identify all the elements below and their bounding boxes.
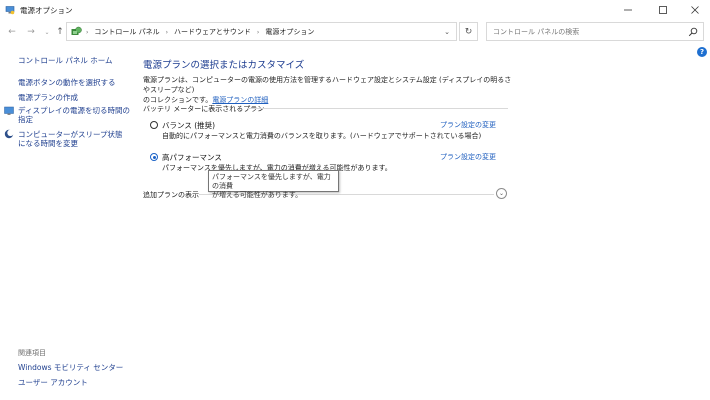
sidebar-item-create-plan[interactable]: 電源プランの作成 [18, 93, 78, 102]
power-options-icon [5, 6, 15, 15]
up-button[interactable]: ↑ [53, 25, 67, 39]
close-button[interactable] [678, 0, 710, 20]
address-dropdown-button[interactable]: ⌄ [439, 23, 455, 40]
address-bar[interactable]: › コントロール パネル › ハードウェアとサウンド › 電源オプション [66, 22, 457, 41]
control-panel-icon [71, 26, 82, 35]
chevron-down-icon: ⌄ [44, 28, 50, 36]
change-plan-settings-link[interactable]: プラン設定の変更 [440, 120, 496, 130]
expand-button[interactable]: ⌄ [496, 188, 507, 199]
back-button[interactable]: ← [5, 25, 19, 39]
section-divider [247, 108, 508, 109]
plan-name[interactable]: 高パフォーマンス [162, 152, 222, 163]
forward-button[interactable]: → [24, 25, 38, 39]
related-heading: 関連項目 [18, 349, 46, 357]
arrow-right-icon: → [27, 27, 35, 37]
chevron-down-icon: ⌄ [498, 190, 505, 197]
close-icon [691, 6, 699, 14]
plan-description: 自動的にパフォーマンスと電力消費のバランスを取ります。(ハードウェアでサポートさ… [162, 132, 482, 140]
window-title: 電源オプション [20, 6, 73, 15]
sidebar-item-sleep-time[interactable]: コンピューターがスリープ状態になる時間を変更 [18, 130, 123, 148]
power-plan-details-link[interactable]: 電源プランの詳細 [212, 96, 268, 104]
title-bar: 電源オプション [0, 0, 710, 20]
recent-locations-button[interactable]: ⌄ [40, 25, 54, 39]
description-line-2: のコレクションです。 [143, 96, 213, 104]
page-description: 電源プランは、コンピューターの電源の使用方法を管理するハードウェア設定とシステム… [143, 75, 513, 105]
tooltip-line-1: パフォーマンスを優先しますが、電力の消費 [212, 173, 331, 190]
minimize-icon [624, 9, 632, 11]
maximize-icon [659, 6, 667, 14]
arrow-up-icon: ↑ [56, 27, 64, 37]
chevron-down-icon: ⌄ [444, 27, 450, 36]
search-box[interactable] [486, 22, 704, 41]
breadcrumb: › コントロール パネル › ハードウェアとサウンド › 電源オプション [86, 27, 314, 37]
radio-balanced[interactable] [150, 121, 158, 129]
description-line-1: 電源プランは、コンピューターの電源の使用方法を管理するハードウェア設定とシステム… [143, 76, 512, 94]
arrow-left-icon: ← [8, 27, 16, 37]
page-title: 電源プランの選択またはカスタマイズ [143, 60, 305, 71]
sidebar-home-link[interactable]: コントロール パネル ホーム [18, 55, 113, 66]
sidebar-item-user-accounts[interactable]: ユーザー アカウント [18, 378, 88, 387]
tooltip: パフォーマンスを優先しますが、電力の消費 が増える可能性があります。 [208, 170, 339, 199]
search-input[interactable] [493, 26, 683, 38]
moon-sleep-icon [4, 129, 14, 139]
breadcrumb-separator[interactable]: › [257, 29, 259, 36]
breadcrumb-separator: › [86, 28, 89, 36]
show-additional-plans-label[interactable]: 追加プランの表示 [143, 190, 199, 200]
plan-name[interactable]: バランス (推奨) [162, 120, 215, 131]
change-plan-settings-link[interactable]: プラン設定の変更 [440, 152, 496, 162]
radio-high-performance[interactable] [150, 153, 158, 161]
minimize-button[interactable] [611, 0, 645, 20]
search-icon[interactable] [688, 27, 698, 37]
sidebar-item-display-off[interactable]: ディスプレイの電源を切る時間の指定 [18, 106, 133, 124]
battery-plans-heading: バッテリ メーターに表示されるプラン [143, 105, 265, 113]
breadcrumb-control-panel[interactable]: コントロール パネル [94, 27, 159, 37]
display-shield-icon [4, 106, 14, 115]
sidebar-item-mobility-center[interactable]: Windows モビリティ センター [18, 363, 123, 372]
maximize-button[interactable] [646, 0, 680, 20]
refresh-button[interactable]: ↻ [459, 22, 478, 41]
sidebar: コントロール パネル ホーム 電源ボタンの動作を選択する 電源プランの作成 ディ… [0, 43, 135, 400]
tooltip-line-2: が増える可能性があります。 [212, 191, 303, 199]
breadcrumb-hardware-sound[interactable]: ハードウェアとサウンド [174, 27, 251, 37]
breadcrumb-power-options[interactable]: 電源オプション [265, 27, 314, 37]
main-content: 電源プランの選択またはカスタマイズ 電源プランは、コンピューターの電源の使用方法… [143, 43, 703, 400]
breadcrumb-separator[interactable]: › [166, 29, 168, 36]
refresh-icon: ↻ [464, 26, 473, 37]
sidebar-item-power-buttons[interactable]: 電源ボタンの動作を選択する [18, 78, 116, 87]
